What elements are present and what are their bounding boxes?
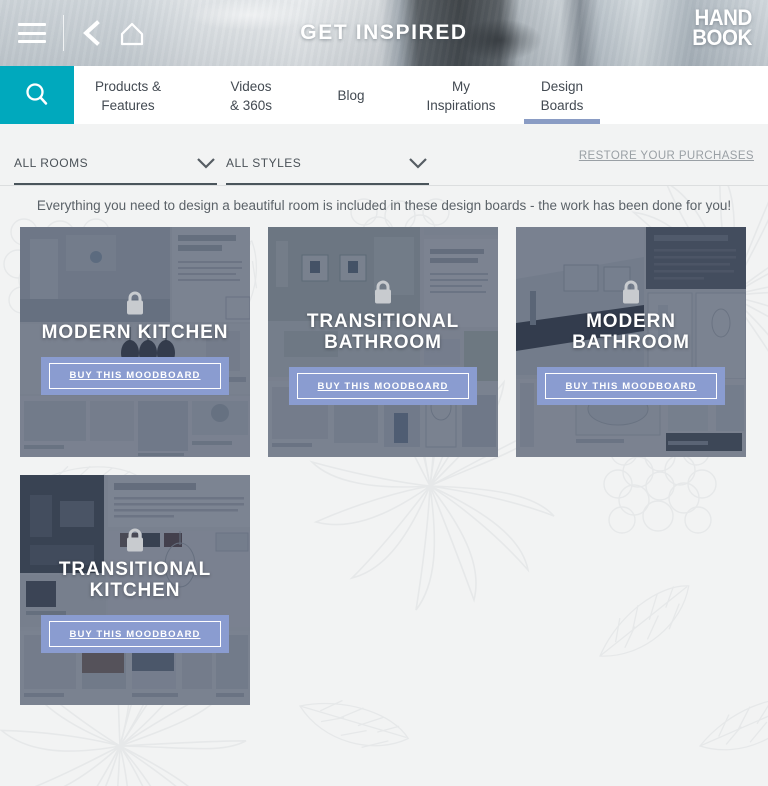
tab-products-features[interactable]: Products & Features: [80, 66, 176, 124]
lock-icon: [623, 280, 639, 304]
tab-label-line2: & 360s: [229, 98, 273, 113]
handbook-logo: HAND BOOK: [692, 6, 752, 51]
filter-dropdown-all-rooms[interactable]: ALL ROOMS: [14, 142, 217, 186]
logo-line-2: BOOK: [692, 25, 752, 51]
filter-label: ALL STYLES: [226, 155, 302, 170]
main-navigation: Products & Features Videos & 360s Blog M…: [0, 66, 768, 124]
card-title: TRANSITIONAL BATHROOM: [306, 311, 460, 353]
buy-moodboard-label: BUY THIS MOODBOARD: [69, 628, 201, 640]
design-board-card[interactable]: TRANSITIONAL KITCHEN BUY THIS MOODBOARD: [20, 475, 250, 705]
design-board-card[interactable]: MODERN KITCHEN BUY THIS MOODBOARD: [20, 227, 250, 457]
tab-label-line2: Features: [101, 98, 155, 113]
lock-icon: [375, 280, 391, 304]
search-icon: [26, 83, 48, 105]
tab-videos-360s[interactable]: Videos & 360s: [218, 66, 284, 124]
buy-moodboard-button[interactable]: BUY THIS MOODBOARD: [289, 367, 477, 405]
tab-label-line1: Blog: [337, 87, 365, 103]
tab-label-line1: Videos: [230, 79, 272, 94]
main-content: Everything you need to design a beautifu…: [0, 186, 768, 786]
card-title: MODERN BATHROOM: [572, 311, 690, 353]
buy-moodboard-label: BUY THIS MOODBOARD: [317, 380, 449, 392]
restore-purchases-link[interactable]: RESTORE YOUR PURCHASES: [579, 150, 754, 162]
card-title: TRANSITIONAL KITCHEN: [58, 559, 212, 601]
tab-label-line1: Design: [540, 79, 584, 94]
tab-my-inspirations[interactable]: My Inspirations: [418, 66, 504, 124]
chevron-down-icon: [409, 157, 427, 169]
page-title: GET INSPIRED: [300, 21, 468, 44]
tab-design-boards[interactable]: Design Boards: [522, 66, 602, 124]
app-header: GET INSPIRED HAND BOOK: [0, 0, 768, 66]
search-button[interactable]: [0, 66, 74, 124]
tab-label-line2: Inspirations: [426, 98, 496, 113]
design-boards-grid: MODERN KITCHEN BUY THIS MOODBOARD TRANSI…: [0, 227, 768, 705]
filter-label: ALL ROOMS: [14, 155, 89, 170]
buy-moodboard-button[interactable]: BUY THIS MOODBOARD: [41, 356, 229, 395]
tab-label-line1: My: [452, 79, 470, 94]
filter-dropdown-all-styles[interactable]: ALL STYLES: [226, 142, 429, 186]
design-board-card[interactable]: MODERN BATHROOM BUY THIS MOODBOARD: [516, 227, 746, 457]
buy-moodboard-label: BUY THIS MOODBOARD: [69, 370, 201, 381]
design-board-card[interactable]: TRANSITIONAL BATHROOM BUY THIS MOODBOARD: [268, 227, 498, 457]
buy-moodboard-button[interactable]: BUY THIS MOODBOARD: [41, 615, 229, 653]
tab-label-line1: Products &: [94, 79, 162, 94]
buy-moodboard-button[interactable]: BUY THIS MOODBOARD: [537, 367, 725, 405]
chevron-down-icon: [197, 157, 215, 169]
tab-blog[interactable]: Blog: [328, 66, 374, 124]
lock-icon: [127, 291, 143, 314]
intro-text: Everything you need to design a beautifu…: [36, 198, 732, 213]
filter-bar: ALL ROOMS ALL STYLES RESTORE YOUR PURCHA…: [0, 124, 768, 186]
card-title: MODERN KITCHEN: [41, 321, 229, 343]
tab-label-line2: Boards: [540, 98, 584, 113]
lock-icon: [127, 528, 143, 552]
buy-moodboard-label: BUY THIS MOODBOARD: [565, 380, 697, 392]
